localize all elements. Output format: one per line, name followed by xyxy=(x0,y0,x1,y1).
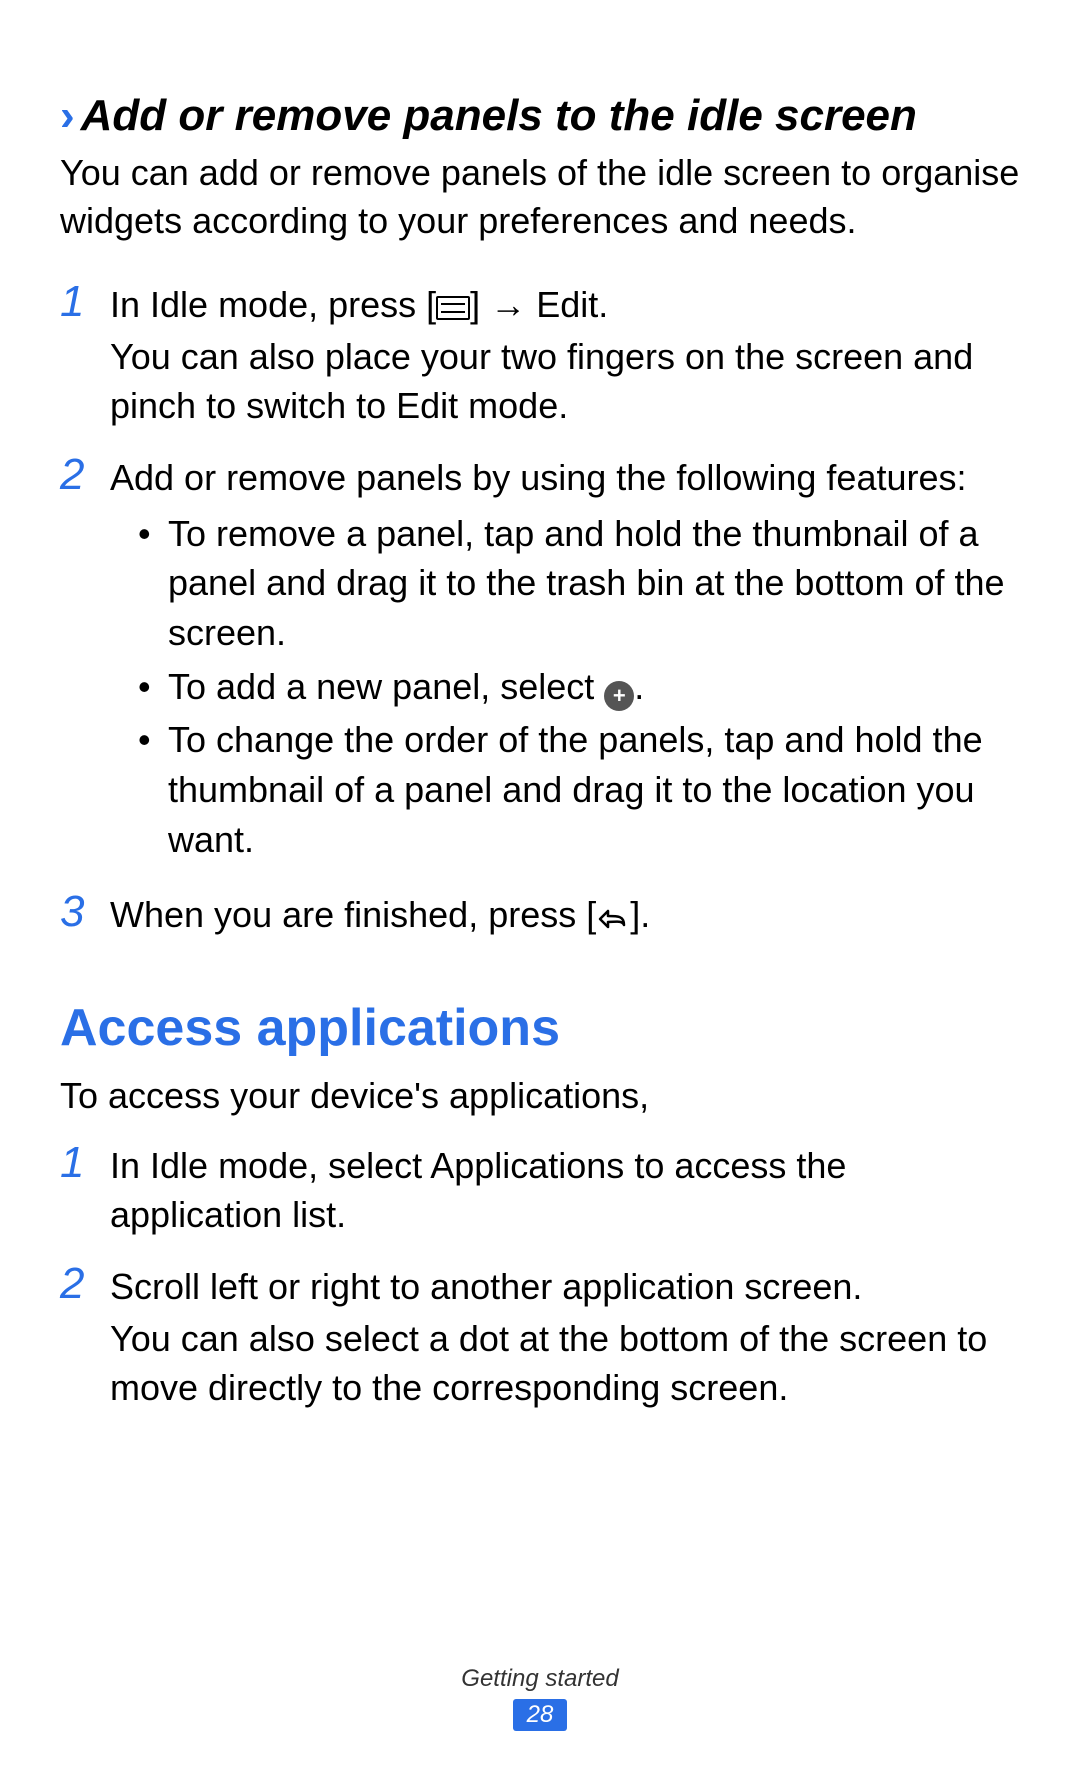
add-panel-icon: + xyxy=(604,681,634,711)
page-footer: Getting started 28 xyxy=(0,1665,1080,1731)
step-2-line1: Scroll left or right to another applicat… xyxy=(110,1262,1020,1312)
chapter-label: Getting started xyxy=(0,1665,1080,1693)
step-number: 1 xyxy=(60,280,92,431)
section-intro: To access your device's applications, xyxy=(60,1072,1020,1121)
bullet-item: • To remove a panel, tap and hold the th… xyxy=(138,509,1020,658)
subsection-heading-row: › Add or remove panels to the idle scree… xyxy=(60,90,1020,143)
edit-label: Edit xyxy=(536,284,598,325)
bullet-item: • To change the order of the panels, tap… xyxy=(138,715,1020,864)
bullet-text: To change the order of the panels, tap a… xyxy=(168,715,1020,864)
bullet-dot-icon: • xyxy=(138,662,156,712)
step-body: Add or remove panels by using the follow… xyxy=(110,453,1020,868)
section-access-applications: Access applications To access your devic… xyxy=(60,998,1020,1413)
bullet-item: • To add a new panel, select +. xyxy=(138,662,1020,712)
subsection-intro: You can add or remove panels of the idle… xyxy=(60,149,1020,246)
text: In Idle mode, select xyxy=(110,1145,430,1186)
subsection-heading: Add or remove panels to the idle screen xyxy=(81,90,917,143)
step-body: In Idle mode, press [ ] → Edit. You can a… xyxy=(110,280,1020,431)
text: To add a new panel, select xyxy=(168,666,604,707)
step-number: 2 xyxy=(60,453,92,868)
section-add-remove-panels: › Add or remove panels to the idle scree… xyxy=(60,90,1020,944)
text: In Idle mode, press [ xyxy=(110,284,436,325)
step-body: In Idle mode, select Applications to acc… xyxy=(110,1141,1020,1240)
step-body: When you are finished, press []. xyxy=(110,890,1020,944)
step-1-more: You can also place your two fingers on t… xyxy=(110,332,1020,431)
step-number: 1 xyxy=(60,1141,92,1240)
applications-label: Applications xyxy=(430,1145,624,1186)
bullet-text: To add a new panel, select +. xyxy=(168,662,1020,712)
menu-key-icon xyxy=(436,296,470,320)
text: . xyxy=(598,284,608,325)
text: ] → xyxy=(470,284,536,325)
bullet-text: To remove a panel, tap and hold the thum… xyxy=(168,509,1020,658)
step-2-more: You can also select a dot at the bottom … xyxy=(110,1314,1020,1413)
step-2: 2 Scroll left or right to another applic… xyxy=(60,1262,1020,1413)
text: ]. xyxy=(630,894,650,935)
text: . xyxy=(634,666,644,707)
bullet-dot-icon: • xyxy=(138,509,156,658)
bullet-dot-icon: • xyxy=(138,715,156,864)
step-2: 2 Add or remove panels by using the foll… xyxy=(60,453,1020,868)
page-number-badge: 28 xyxy=(513,1699,568,1731)
step-number: 2 xyxy=(60,1262,92,1413)
bullet-list: • To remove a panel, tap and hold the th… xyxy=(110,509,1020,865)
step-1-line: In Idle mode, press [ ] → Edit. xyxy=(110,280,1020,330)
section-heading: Access applications xyxy=(60,998,1020,1058)
step-1: 1 In Idle mode, select Applications to a… xyxy=(60,1141,1020,1240)
chevron-icon: › xyxy=(60,91,75,141)
step-2-lead: Add or remove panels by using the follow… xyxy=(110,453,1020,503)
manual-page: › Add or remove panels to the idle scree… xyxy=(0,0,1080,1771)
step-3: 3 When you are finished, press []. xyxy=(60,890,1020,944)
step-1: 1 In Idle mode, press [ ] → Edit. You can… xyxy=(60,280,1020,431)
back-key-icon xyxy=(596,894,630,944)
step-number: 3 xyxy=(60,890,92,944)
text: When you are finished, press [ xyxy=(110,894,596,935)
step-body: Scroll left or right to another applicat… xyxy=(110,1262,1020,1413)
